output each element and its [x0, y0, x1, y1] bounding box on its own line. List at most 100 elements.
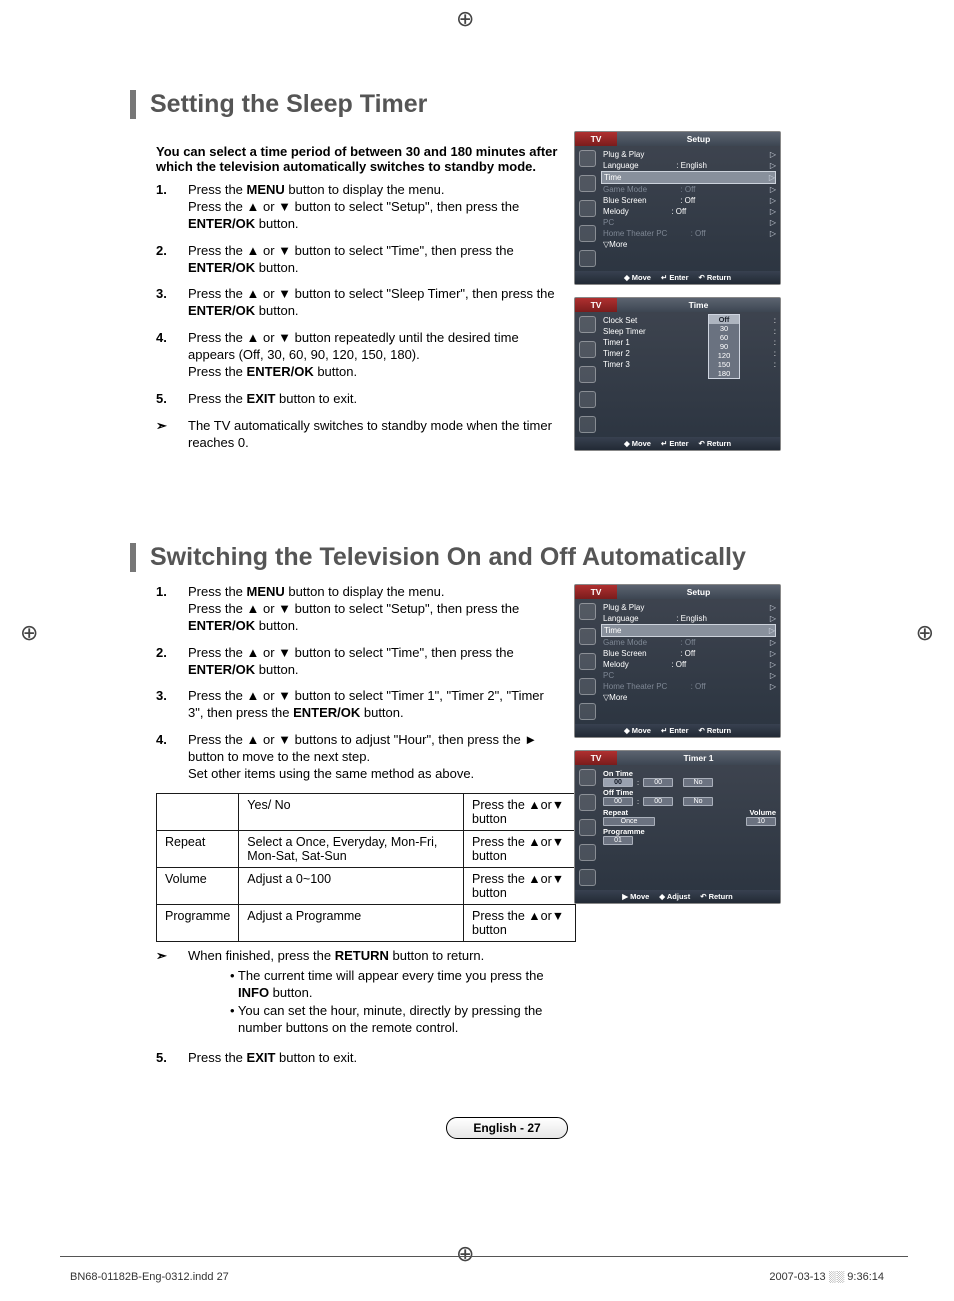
colon: :	[637, 797, 639, 806]
nav-enter: ↵ Enter	[661, 273, 689, 282]
step-text: Press the ▲ or ▼ buttons to adjust "Hour…	[188, 732, 560, 783]
nav-move: ◆ Move	[624, 273, 651, 282]
step-number: 4.	[156, 330, 174, 381]
osd-icon	[579, 794, 596, 811]
step-number: 5.	[156, 391, 174, 408]
submenu-arrow-icon: ▷	[770, 671, 776, 680]
osd-item: PC	[603, 671, 614, 680]
osd-item: Game Mode	[603, 638, 647, 647]
osd-icon	[579, 819, 596, 836]
osd-icon	[579, 366, 596, 383]
timer-min: 00	[643, 778, 673, 787]
osd-icon	[579, 653, 596, 670]
osd-timer1-panel: TV Timer 1 On Time 00	[574, 750, 781, 904]
osd-more: ▽More	[603, 240, 627, 249]
nav-move: ◆ Move	[624, 439, 651, 448]
submenu-arrow-icon: ▷	[770, 614, 776, 623]
sleep-timer-options: Off 30 60 90 120 150 180	[708, 314, 740, 379]
osd-setup-panel-2: TV Setup Plug & Play▷ Language: English▷	[574, 584, 781, 738]
osd-icon	[579, 225, 596, 242]
osd-item: Plug & Play	[603, 150, 644, 159]
sleep-opt: 90	[709, 342, 739, 351]
table-cell	[157, 793, 239, 830]
table-cell: Select a Once, Everyday, Mon-Fri, Mon-Sa…	[239, 830, 464, 867]
bullet: • The current time will appear every tim…	[230, 967, 560, 1002]
repeat-label: Repeat	[603, 808, 628, 817]
osd-item: Home Theater PC	[603, 682, 667, 691]
sleep-opt: 60	[709, 333, 739, 342]
osd-icon	[579, 769, 596, 786]
table-cell: Press the ▲or▼ button	[464, 904, 576, 941]
step-number: 5.	[156, 1050, 174, 1067]
nav-return: ↶ Return	[699, 726, 732, 735]
nav-adjust: ◆ Adjust	[659, 892, 690, 901]
timer-enable: No	[683, 797, 713, 806]
osd-item: Language	[603, 614, 639, 623]
section1-title: Setting the Sleep Timer	[130, 90, 884, 119]
submenu-arrow-icon: ▷	[770, 207, 776, 216]
nav-enter: ↵ Enter	[661, 726, 689, 735]
osd-item: Melody	[603, 207, 629, 216]
bullet: • You can set the hour, minute, directly…	[230, 1002, 560, 1037]
on-time-label: On Time	[603, 769, 776, 778]
osd-item-value: : English	[676, 161, 732, 170]
sleep-opt: 180	[709, 369, 739, 378]
osd-item-value: : Off	[680, 638, 736, 647]
table-cell: Adjust a 0~100	[239, 867, 464, 904]
section2-note: When finished, press the RETURN button t…	[188, 948, 560, 965]
osd-item: Plug & Play	[603, 603, 644, 612]
step-number: 2.	[156, 243, 174, 277]
step-text: Press the EXIT button to exit.	[188, 1050, 560, 1067]
sleep-opt: 30	[709, 324, 739, 333]
colon: :	[637, 778, 639, 787]
osd-item-selected: Time	[604, 173, 621, 182]
nav-return: ↶ Return	[699, 439, 732, 448]
osd-time-title: Time	[617, 298, 780, 312]
osd-tv-tab: TV	[575, 132, 617, 146]
table-cell: Adjust a Programme	[239, 904, 464, 941]
osd-item: Clock Set	[603, 316, 637, 325]
step-text: Press the EXIT button to exit.	[188, 391, 560, 408]
table-cell: Repeat	[157, 830, 239, 867]
step-number: 4.	[156, 732, 174, 783]
timer-hour: 00	[603, 797, 633, 806]
step-number: 1.	[156, 182, 174, 233]
osd-icon	[579, 200, 596, 217]
volume-label: Volume	[749, 808, 776, 817]
footer-file: BN68-01182B-Eng-0312.indd 27	[70, 1271, 229, 1283]
note-arrow-icon: ➣	[156, 418, 174, 452]
page-label: English - 27	[446, 1117, 568, 1139]
registration-mark-top: ⊕	[456, 6, 474, 32]
osd-icon	[579, 703, 596, 720]
sleep-opt: 150	[709, 360, 739, 369]
osd-icon	[579, 416, 596, 433]
osd-tv-tab: TV	[575, 298, 617, 312]
step-number: 3.	[156, 286, 174, 320]
note-arrow-icon: ➣	[156, 948, 174, 965]
osd-item: Timer 1	[603, 338, 630, 347]
sleep-opt: Off	[709, 315, 739, 324]
osd-icon	[579, 869, 596, 886]
submenu-arrow-icon: ▷	[769, 173, 775, 182]
section1-note: The TV automatically switches to standby…	[188, 418, 560, 452]
volume-value: 10	[746, 817, 776, 826]
submenu-arrow-icon: ▷	[770, 229, 776, 238]
osd-item: Sleep Timer	[603, 327, 646, 336]
osd-icon	[579, 678, 596, 695]
table-cell: Yes/ No	[239, 793, 464, 830]
nav-move: ◆ Move	[624, 726, 651, 735]
timer-min: 00	[643, 797, 673, 806]
osd-item-value: : Off	[680, 185, 736, 194]
step-text: Press the ▲ or ▼ button to select "Sleep…	[188, 286, 560, 320]
osd-item: Home Theater PC	[603, 229, 667, 238]
registration-mark-bottom: ⊕	[456, 1241, 474, 1267]
osd-more: ▽More	[603, 693, 627, 702]
osd-icon	[579, 844, 596, 861]
table-cell: Press the ▲or▼ button	[464, 830, 576, 867]
section1-intro: You can select a time period of between …	[130, 144, 576, 174]
submenu-arrow-icon: ▷	[770, 638, 776, 647]
footer-date: 2007-03-13 ░░ 9:36:14	[769, 1271, 884, 1283]
osd-item-value: : Off	[691, 682, 747, 691]
step-number: 3.	[156, 688, 174, 722]
section2-title: Switching the Television On and Off Auto…	[130, 543, 884, 572]
